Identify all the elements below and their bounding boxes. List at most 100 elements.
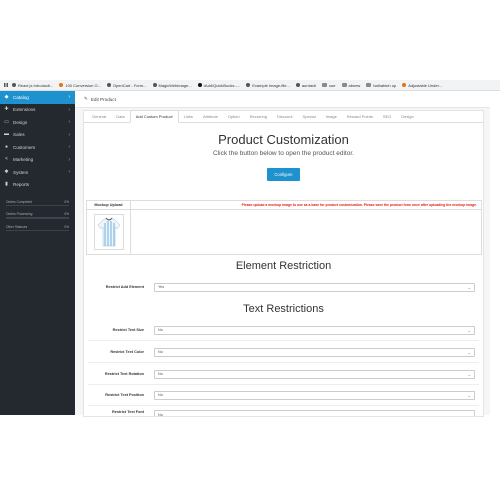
restrict-text-font-row: Restrict Text Font No ⌄ <box>84 410 483 416</box>
globe-icon <box>106 83 111 87</box>
restrict-text-rotation-row: Restrict Text Rotation No ⌄ <box>84 368 483 380</box>
sidebar-item-design[interactable]: ▭ Design › <box>0 116 75 129</box>
field-label: Restrict Text Color <box>110 350 144 354</box>
restrict-text-position-row: Restrict Text Position No ⌄ <box>84 389 483 401</box>
chevron-down-icon: ⌄ <box>467 350 471 355</box>
chevron-down-icon: ⌄ <box>467 328 471 333</box>
tab-seo[interactable]: SEO <box>378 111 396 122</box>
tab-data[interactable]: Data <box>111 111 129 122</box>
globe-icon <box>152 83 157 87</box>
chevron-right-icon: › <box>68 94 70 101</box>
customization-subtitle: Click the button below to open the produ… <box>213 150 354 157</box>
element-restriction-title: Element Restriction <box>235 260 332 272</box>
gear-icon: ✱ <box>4 168 9 175</box>
restrict-text-color-select[interactable]: No ⌄ <box>154 347 475 357</box>
divider <box>88 405 479 406</box>
cart-icon: ▬ <box>4 131 9 138</box>
tab-general[interactable]: General <box>87 111 111 122</box>
bookmark-item[interactable]: 100 Conversion O... <box>59 83 101 88</box>
tab-add-custom-product[interactable]: Add Custom Product <box>129 110 179 123</box>
customization-title: Product Customization <box>218 132 349 147</box>
page-title: Edit Product <box>90 96 116 102</box>
bookmark-item[interactable]: Example Image-file... <box>246 83 290 88</box>
bookmark-folder[interactable]: use <box>322 83 336 88</box>
text-restrictions-title: Text Restrictions <box>243 303 324 315</box>
sidebar-item-label: Catalog <box>13 94 29 100</box>
configure-button[interactable]: Configure <box>267 168 300 181</box>
share-icon: < <box>5 156 8 163</box>
user-icon: ● <box>4 143 9 150</box>
chevron-right-icon: › <box>68 106 70 113</box>
monitor-icon: ▭ <box>4 118 9 125</box>
restrict-add-element-select[interactable]: Yes ⌄ <box>154 282 475 292</box>
sidebar-item-sales[interactable]: ▬ Sales › <box>0 129 75 142</box>
sidebar-item-marketing[interactable]: < Marketing › <box>0 154 75 167</box>
bookmark-item[interactable]: rAdd/QuickBooks -... <box>197 83 240 88</box>
globe-icon <box>246 83 251 87</box>
shirt-thumbnail-icon[interactable] <box>93 214 124 250</box>
sidebar-item-label: Marketing <box>13 157 34 163</box>
bookmark-item[interactable]: Adjustable Under... <box>402 83 442 88</box>
chevron-right-icon: › <box>68 169 70 176</box>
chevron-right-icon: › <box>68 144 70 151</box>
progress-orders-completed: Orders Completed 0% <box>6 200 69 207</box>
tab-recurring[interactable]: Recurring <box>245 111 272 122</box>
folder-icon <box>322 83 328 87</box>
tab-bar: General Data Add Custom Product Links At… <box>84 110 483 123</box>
field-label: Restrict Text Position <box>105 393 144 397</box>
restrict-add-element-row: Restrict Add Element Yes ⌄ <box>84 281 483 293</box>
edit-product-panel: General Data Add Custom Product Links At… <box>83 110 484 417</box>
restrict-text-position-select[interactable]: No ⌄ <box>154 390 475 400</box>
bookmark-item[interactable]: OpenCart - Form... <box>106 83 147 88</box>
sidebar-item-label: Extensions <box>13 107 36 113</box>
bookmark-folder[interactable]: balhabtch up <box>366 83 396 88</box>
page-icon <box>402 83 407 87</box>
puzzle-icon: ✚ <box>4 106 9 113</box>
restrict-text-size-select[interactable]: No ⌄ <box>154 325 475 335</box>
bookmarks-bar: React js Introducti... 100 Conversion O.… <box>0 80 500 91</box>
sidebar-item-reports[interactable]: ▮ Reports <box>0 179 75 192</box>
github-icon <box>197 83 202 87</box>
bookmark-item[interactable]: MagicWebimage... <box>152 83 192 88</box>
order-status-progress: Orders Completed 0% Orders Processing 0% O… <box>6 200 69 232</box>
mockup-image-upload[interactable] <box>87 210 131 254</box>
progress-orders-processing: Orders Processing 0% <box>6 212 69 219</box>
tab-reward-points[interactable]: Reward Points <box>342 111 378 122</box>
tab-special[interactable]: Special <box>298 111 321 122</box>
bookmark-item[interactable]: aurdacti <box>295 83 316 88</box>
tab-option[interactable]: Option <box>223 111 245 122</box>
sidebar: ◆ Catalog › ✚ Extensions › ▭ Design › ▬ … <box>0 91 75 415</box>
chevron-right-icon: › <box>68 156 70 163</box>
bookmark-folder[interactable]: abnew <box>341 83 360 88</box>
sidebar-item-system[interactable]: ✱ System › <box>0 166 75 179</box>
chevron-right-icon: › <box>68 119 70 126</box>
chevron-down-icon: ⌄ <box>467 285 471 290</box>
restrict-text-size-row: Restrict Text Size No ⌄ <box>84 324 483 336</box>
restrict-text-rotation-select[interactable]: No ⌄ <box>154 369 475 379</box>
tab-image[interactable]: Image <box>321 111 342 122</box>
apps-icon[interactable] <box>4 83 8 87</box>
pencil-icon: ✎ <box>84 96 88 101</box>
tab-links[interactable]: Links <box>179 111 198 122</box>
sidebar-item-catalog[interactable]: ◆ Catalog › <box>0 91 75 104</box>
chevron-down-icon: ⌄ <box>467 393 471 398</box>
field-label: Restrict Text Font <box>112 410 144 414</box>
chevron-right-icon: › <box>68 131 70 138</box>
tag-icon: ◆ <box>4 93 9 100</box>
chevron-down-icon: ⌄ <box>467 412 471 417</box>
tab-discount[interactable]: Discount <box>272 111 298 122</box>
divider <box>88 340 479 341</box>
sidebar-item-label: Design <box>13 119 28 125</box>
field-label: Restrict Text Size <box>112 328 144 332</box>
mockup-upload-table: Mockup Upload Please upload a mockup ima… <box>86 200 482 255</box>
main-content: ✎ Edit Product General Data Add Custom P… <box>75 91 490 417</box>
sidebar-item-extensions[interactable]: ✚ Extensions › <box>0 104 75 117</box>
restrict-text-color-row: Restrict Text Color No ⌄ <box>84 346 483 358</box>
restrict-text-font-select[interactable]: No ⌄ <box>154 410 475 416</box>
tab-design[interactable]: Design <box>396 111 418 122</box>
progress-other-statuses: Other Statuses 0% <box>6 225 69 232</box>
bookmark-item[interactable]: React js Introducti... <box>12 83 53 88</box>
tab-attribute[interactable]: Attribute <box>198 111 223 122</box>
sidebar-item-customers[interactable]: ● Customers › <box>0 141 75 154</box>
page-icon <box>12 83 16 87</box>
